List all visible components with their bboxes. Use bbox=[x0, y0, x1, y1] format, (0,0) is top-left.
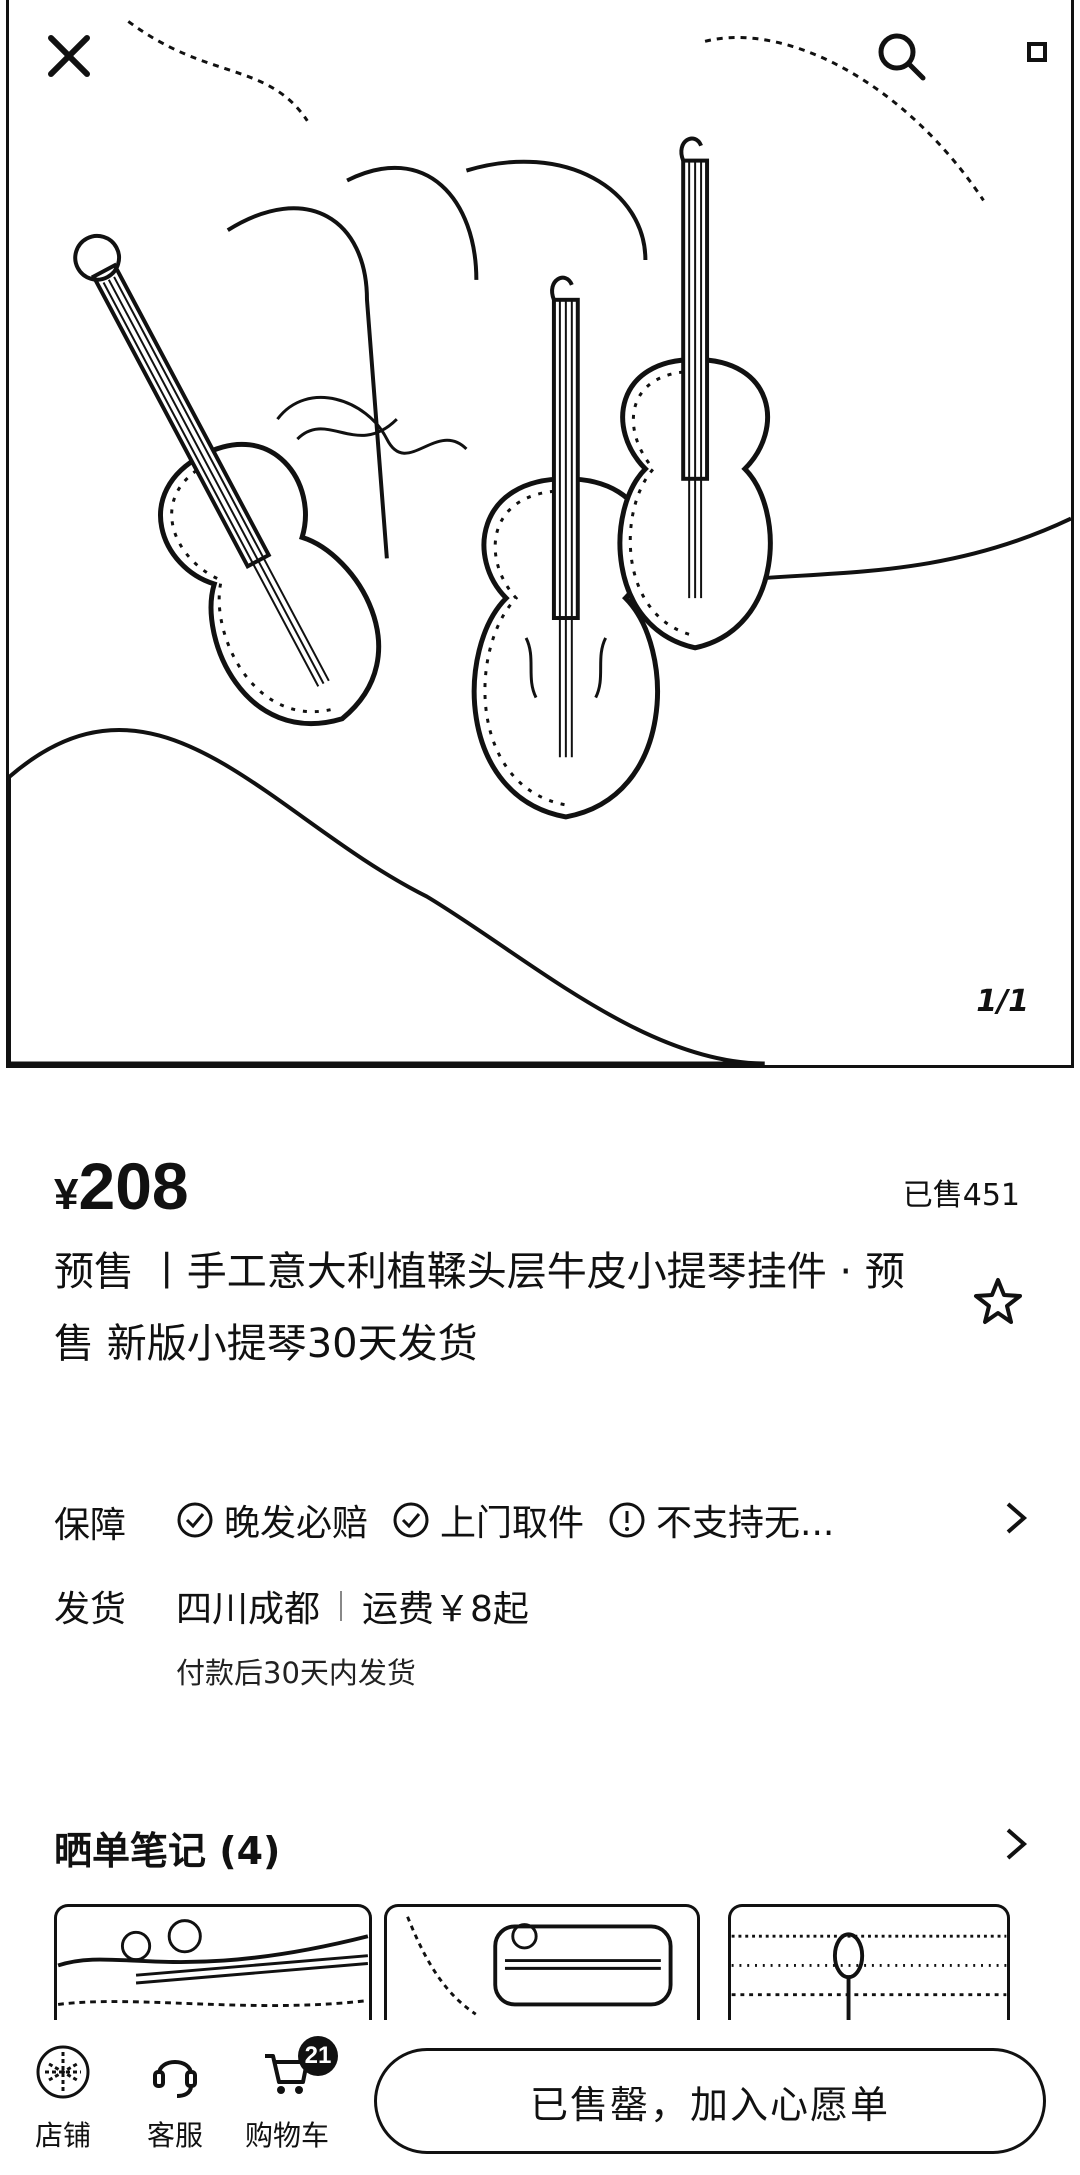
price-value: 208 bbox=[78, 1149, 189, 1223]
cart-count-badge: 21 bbox=[298, 2036, 338, 2076]
close-icon bbox=[48, 35, 90, 77]
ship-from: 四川成都 bbox=[176, 1589, 321, 1630]
image-counter: 1/1 bbox=[976, 984, 1029, 1019]
search-button[interactable] bbox=[869, 24, 933, 88]
star-icon bbox=[974, 1278, 1022, 1324]
service-label: 客服 bbox=[146, 2119, 203, 2152]
price: ¥208 bbox=[54, 1148, 189, 1224]
guarantee-text: 晚发必赔 bbox=[224, 1503, 369, 1544]
check-circle-icon bbox=[393, 1502, 429, 1538]
store-tab[interactable]: 店铺 bbox=[8, 2044, 118, 2154]
guarantee-item: 上门取件 bbox=[392, 1494, 584, 1546]
bottom-action-bar: 店铺 客服 21 购物车 已售罄，加入心愿单 bbox=[0, 2020, 1080, 2175]
check-circle-icon bbox=[177, 1502, 213, 1538]
alert-circle-icon bbox=[609, 1502, 645, 1538]
review-photo bbox=[406, 1916, 673, 2016]
review-thumbnail[interactable] bbox=[54, 1904, 372, 2020]
headset-icon bbox=[153, 2060, 197, 2098]
customer-service-tab[interactable]: 客服 bbox=[120, 2044, 230, 2154]
chevron-right-icon bbox=[1006, 1828, 1028, 1860]
review-thumbnail[interactable] bbox=[728, 1904, 1010, 2020]
guarantee-list[interactable]: 晚发必赔 上门取件 不支持无... bbox=[176, 1494, 858, 1546]
review-photo bbox=[57, 1919, 369, 2008]
favorite-button[interactable] bbox=[970, 1274, 1026, 1330]
chevron-right-icon bbox=[1006, 1502, 1028, 1534]
review-photo bbox=[731, 1932, 1007, 2020]
reviews-chevron[interactable] bbox=[1000, 1824, 1032, 1864]
shipping-label: 发货 bbox=[54, 1589, 127, 1630]
close-button[interactable] bbox=[37, 24, 101, 88]
more-button[interactable] bbox=[1017, 32, 1057, 72]
violin-keychains-photo bbox=[9, 20, 1071, 1065]
sold-count: 已售451 bbox=[902, 1178, 1020, 1213]
currency-symbol: ¥ bbox=[54, 1170, 79, 1219]
ship-fee: 运费￥8起 bbox=[362, 1589, 529, 1630]
divider bbox=[340, 1591, 343, 1621]
shipping-note: 付款后30天内发货 bbox=[176, 1656, 416, 1690]
review-thumbnail[interactable] bbox=[384, 1904, 700, 2020]
guarantee-text: 上门取件 bbox=[440, 1503, 585, 1544]
product-image[interactable]: 1/1 bbox=[6, 0, 1074, 1068]
reviews-title[interactable]: 晒单笔记 (4) bbox=[54, 1820, 280, 1875]
search-icon bbox=[878, 33, 926, 81]
guarantee-text: 不支持无... bbox=[656, 1503, 835, 1544]
cart-tab[interactable]: 21 购物车 bbox=[232, 2036, 342, 2154]
guarantee-item: 不支持无... bbox=[608, 1494, 834, 1546]
guarantee-item: 晚发必赔 bbox=[176, 1494, 368, 1546]
guarantee-chevron[interactable] bbox=[1000, 1498, 1032, 1538]
cart-label: 购物车 bbox=[244, 2119, 329, 2152]
add-to-wishlist-button[interactable]: 已售罄，加入心愿单 bbox=[374, 2048, 1046, 2154]
store-label: 店铺 bbox=[34, 2119, 91, 2152]
guarantee-label: 保障 bbox=[54, 1505, 127, 1546]
product-title: 预售 丨手工意大利植鞣头层牛皮小提琴挂件 · 预售 新版小提琴30天发货 bbox=[54, 1249, 905, 1367]
store-icon bbox=[36, 2045, 90, 2099]
shipping-info: 四川成都 运费￥8起 bbox=[176, 1580, 529, 1632]
more-icon bbox=[1027, 42, 1047, 62]
